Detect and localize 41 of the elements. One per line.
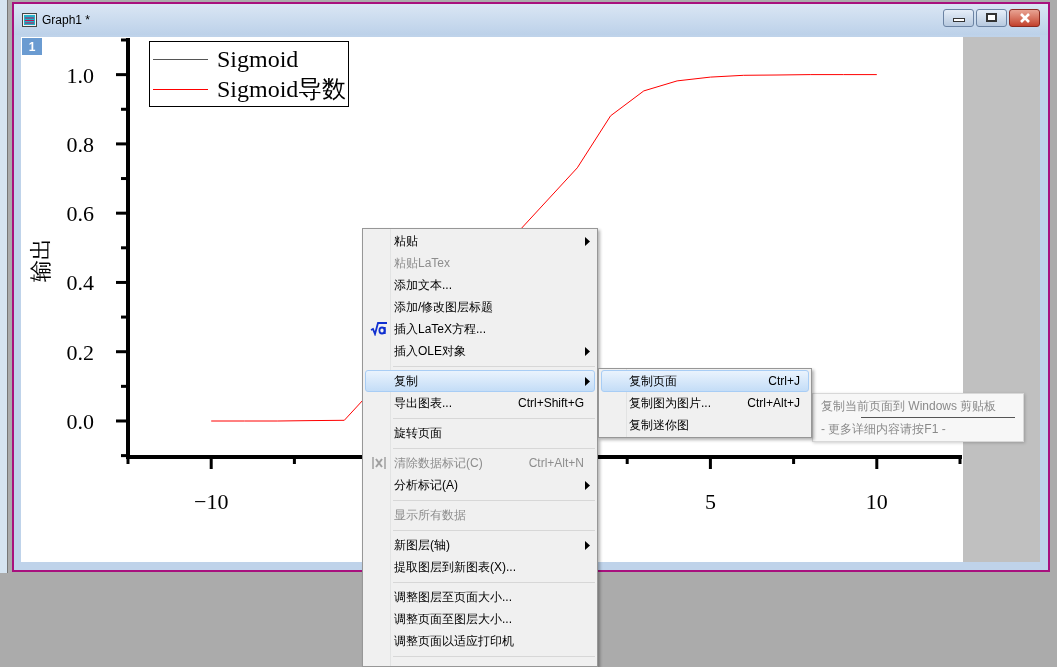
- tooltip-title: 复制当前页面到 Windows 剪贴板: [821, 398, 998, 415]
- menu-item[interactable]: 插入LaTeX方程...: [365, 318, 595, 340]
- menu-item[interactable]: 提取图层到新图表(X)...: [365, 556, 595, 578]
- menu-item[interactable]: 分析标记(A): [365, 474, 595, 496]
- close-icon: [1018, 12, 1031, 23]
- x-tick-label: 10: [865, 489, 888, 514]
- menu-item[interactable]: 添加/修改图层标题: [365, 296, 595, 318]
- x-tick-label: −10: [194, 489, 229, 514]
- y-tick-label: 0.4: [66, 270, 94, 296]
- menu-item[interactable]: 新图层(轴): [365, 534, 595, 556]
- menu-item[interactable]: 调整页面以适应打印机: [365, 630, 595, 652]
- close-button[interactable]: [1009, 8, 1040, 27]
- menu-item[interactable]: 复制迷你图: [601, 414, 809, 436]
- y-tick-label: 0.0: [66, 409, 94, 434]
- graph-window-icon: [22, 12, 37, 27]
- minimize-icon: [952, 18, 965, 22]
- minimize-button[interactable]: [943, 8, 974, 27]
- square-root-icon: [370, 322, 388, 336]
- menu-item[interactable]: 旋转页面: [365, 422, 595, 444]
- menu-item[interactable]: 复制: [365, 370, 595, 392]
- clear-marker-icon: [372, 456, 386, 470]
- menu-item[interactable]: 复制页面 Ctrl+J: [601, 370, 809, 392]
- tooltip-hint: - 更多详细内容请按F1 -: [821, 421, 947, 438]
- window-title: Graph1 *: [42, 11, 91, 29]
- y-tick-label: 0.8: [66, 131, 94, 157]
- y-axis-title: 输出: [28, 238, 53, 282]
- menu-item[interactable]: 调整图层至页面大小...: [365, 586, 595, 608]
- menu-item[interactable]: 复制图为图片... Ctrl+Alt+J: [601, 392, 809, 414]
- restore-icon: [986, 13, 997, 22]
- y-tick-label: 0.2: [66, 339, 94, 365]
- menu-item[interactable]: 导出图表... Ctrl+Shift+G: [365, 392, 595, 414]
- y-tick-label: 1.0: [66, 62, 94, 88]
- menu-item[interactable]: 调整页面至图层大小...: [365, 608, 595, 630]
- x-tick-label: 5: [704, 489, 716, 514]
- restore-button[interactable]: [976, 8, 1007, 27]
- menu-item[interactable]: 插入OLE对象: [365, 340, 595, 362]
- y-tick-label: 0.6: [66, 201, 94, 227]
- legend-label: Sigmoid导数: [217, 75, 347, 104]
- legend-label: Sigmoid: [217, 45, 299, 74]
- menu-item[interactable]: 粘贴: [365, 230, 595, 252]
- menu-item[interactable]: 添加文本...: [365, 274, 595, 296]
